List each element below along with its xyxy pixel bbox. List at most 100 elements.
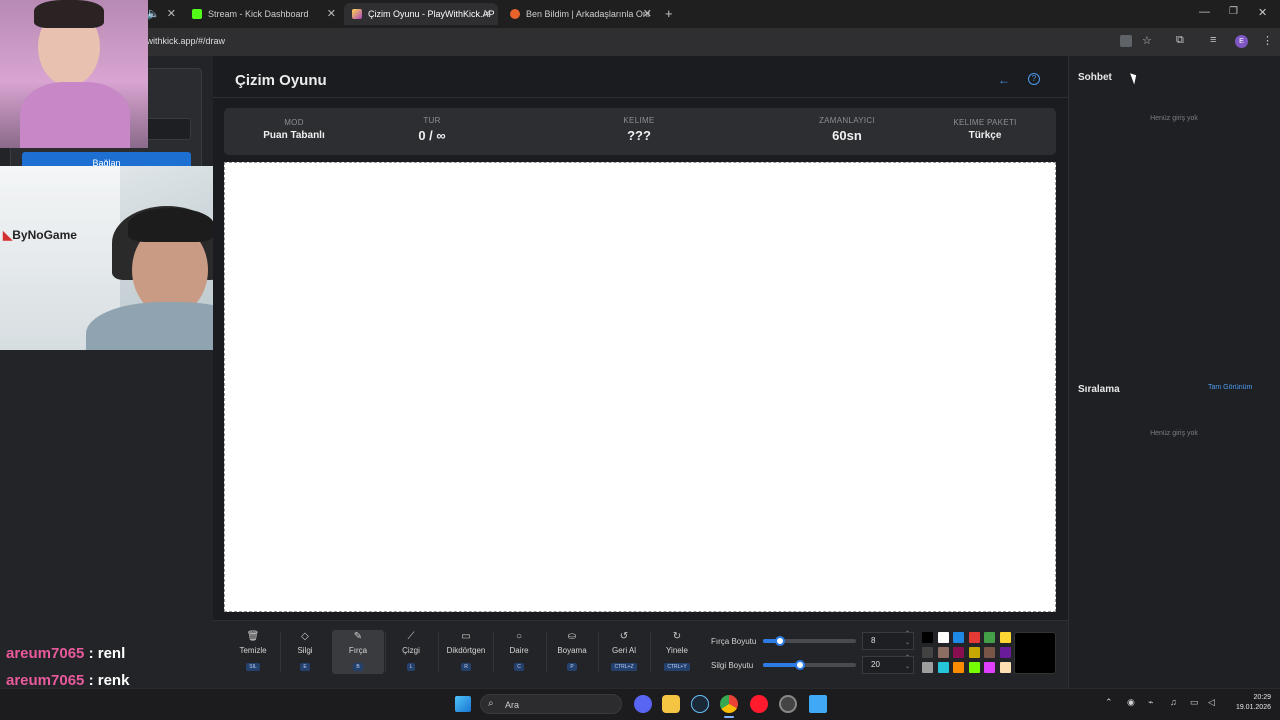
line-icon: ⟋: [407, 631, 415, 642]
notepad-icon[interactable]: [809, 695, 827, 713]
tool-eraser-button[interactable]: ◇ Silgi E: [280, 630, 330, 674]
tool-line-button[interactable]: ⟋ Çizgi L: [386, 630, 436, 674]
info-value: 60sn: [832, 128, 862, 143]
color-swatch[interactable]: [922, 632, 933, 643]
menu-icon[interactable]: ⋮: [1262, 34, 1273, 47]
back-arrow-icon[interactable]: ←: [998, 73, 1010, 87]
close-tab-icon[interactable]: ✕: [643, 7, 652, 20]
game-info-bar: MOD Puan Tabanlı TUR 0 / ∞ KELIME ??? ZA…: [224, 108, 1056, 155]
full-view-link[interactable]: Tam Görünüm: [1208, 384, 1252, 391]
info-value: 0 / ∞: [418, 128, 446, 143]
microphone-icon[interactable]: ♫: [1170, 697, 1177, 707]
shortcut-badge: CTRL+Y: [664, 663, 690, 671]
tool-circle-button[interactable]: ○ Daire C: [494, 630, 544, 674]
extensions-icon[interactable]: ⧉: [1176, 34, 1184, 47]
current-color-swatch[interactable]: [1014, 632, 1056, 674]
tool-undo-button[interactable]: ↺ Geri Al CTRL+Z: [599, 630, 649, 674]
color-swatch[interactable]: [953, 647, 964, 658]
new-tab-icon[interactable]: +: [665, 6, 673, 21]
tool-label: Silgi: [297, 646, 313, 655]
opera-icon[interactable]: [750, 695, 768, 713]
media-control-icon[interactable]: ≡: [1210, 34, 1216, 46]
color-swatch[interactable]: [999, 662, 1011, 673]
tool-label: Yinele: [666, 646, 688, 655]
chat-separator: :: [84, 645, 98, 662]
tab-kick-dashboard[interactable]: Stream - Kick Dashboard ✕: [184, 3, 342, 25]
tool-brush-button[interactable]: ✎ Fırça B: [332, 630, 384, 674]
right-sidebar: [1068, 56, 1280, 688]
chat-empty-text: Henüz giriş yok: [1150, 115, 1198, 122]
tool-label: Dikdörtgen: [446, 646, 486, 655]
app-icon[interactable]: [779, 695, 797, 713]
chat-separator: :: [84, 672, 98, 689]
discord-icon[interactable]: [634, 695, 652, 713]
color-swatch[interactable]: [953, 632, 964, 643]
circle-icon: ○: [515, 631, 523, 642]
color-swatch[interactable]: [984, 632, 995, 643]
info-label: KELIME: [623, 116, 655, 125]
tool-label: Boyama: [557, 646, 587, 655]
system-clock[interactable]: 20:29 19.01.2026: [1225, 693, 1271, 713]
close-tab-icon[interactable]: ✕: [483, 7, 492, 20]
stepper-icon[interactable]: ⌃ ⌄: [905, 630, 910, 648]
tab-cizim-oyunu[interactable]: Çizim Oyunu - PlayWithKick.AP ✕: [344, 3, 498, 25]
close-window-icon[interactable]: ✕: [1258, 6, 1267, 19]
color-swatch[interactable]: [999, 632, 1011, 643]
color-swatch[interactable]: [968, 647, 980, 658]
tool-redo-button[interactable]: ↻ Yinele CTRL+Y: [652, 630, 702, 674]
minimize-icon[interactable]: —: [1199, 6, 1210, 18]
active-app-indicator: [724, 716, 734, 718]
windows-start-icon[interactable]: [455, 696, 471, 712]
tool-rectangle-button[interactable]: ▭ Dikdörtgen R: [440, 630, 492, 674]
eraser-size-handle[interactable]: [795, 660, 805, 670]
benbildim-icon: [510, 9, 520, 19]
chat-line: areum7065 : renl: [6, 640, 129, 667]
taskbar-search[interactable]: ⌕ Ara: [480, 694, 622, 714]
color-swatch[interactable]: [999, 647, 1011, 658]
tab-label: Ben Bildim | Arkadaşlarınla Onl: [526, 9, 650, 19]
profile-avatar[interactable]: E: [1235, 35, 1248, 48]
color-swatch[interactable]: [922, 647, 933, 658]
webcam-overlay-top: [0, 0, 148, 148]
color-swatch[interactable]: [953, 662, 964, 673]
drawing-canvas[interactable]: [224, 162, 1056, 612]
tray-app-icon[interactable]: ◉: [1127, 697, 1135, 708]
divider: [213, 97, 1068, 98]
info-value: ???: [627, 128, 651, 143]
color-swatch[interactable]: [984, 647, 995, 658]
color-swatch[interactable]: [937, 632, 949, 643]
close-tab-icon[interactable]: ✕: [167, 7, 176, 20]
tab-ben-bildim[interactable]: Ben Bildim | Arkadaşlarınla Onl ✕: [502, 3, 658, 25]
bookmark-star-icon[interactable]: ☆: [1142, 34, 1152, 47]
shortcut-badge: L: [406, 663, 416, 671]
steam-icon[interactable]: [691, 695, 709, 713]
brush-size-handle[interactable]: [775, 636, 785, 646]
color-swatch[interactable]: [968, 632, 980, 643]
stepper-icon[interactable]: ⌃ ⌄: [905, 654, 910, 672]
color-swatch[interactable]: [937, 662, 949, 673]
tool-fill-button[interactable]: ⛀ Boyama P: [547, 630, 597, 674]
network-icon[interactable]: ⌁: [1148, 697, 1153, 708]
divider: [650, 632, 651, 672]
tool-label: Daire: [509, 646, 529, 655]
color-swatch[interactable]: [922, 662, 933, 673]
tray-expand-icon[interactable]: ⌃: [1105, 697, 1113, 708]
color-swatch[interactable]: [984, 662, 995, 673]
color-swatch[interactable]: [937, 647, 949, 658]
eraser-size-label: Silgi Boyutu: [711, 661, 754, 670]
close-tab-icon[interactable]: ✕: [327, 7, 336, 20]
translate-icon[interactable]: [1120, 35, 1132, 47]
file-explorer-icon[interactable]: [662, 695, 680, 713]
speaker-icon[interactable]: 🔈: [146, 7, 160, 20]
undo-icon: ↺: [619, 631, 629, 642]
restore-icon[interactable]: ❐: [1229, 6, 1238, 17]
volume-icon[interactable]: ◁: [1208, 697, 1215, 708]
shortcut-badge: R: [461, 663, 471, 671]
chrome-icon[interactable]: [720, 695, 738, 713]
help-icon[interactable]: ?: [1028, 73, 1040, 85]
color-swatch[interactable]: [968, 662, 980, 673]
chat-message: renl: [97, 645, 126, 662]
display-icon[interactable]: ▭: [1190, 697, 1199, 708]
tool-clear-button[interactable]: 🗑 Temizle SIL: [228, 630, 278, 674]
bucket-icon: ⛀: [567, 631, 577, 642]
